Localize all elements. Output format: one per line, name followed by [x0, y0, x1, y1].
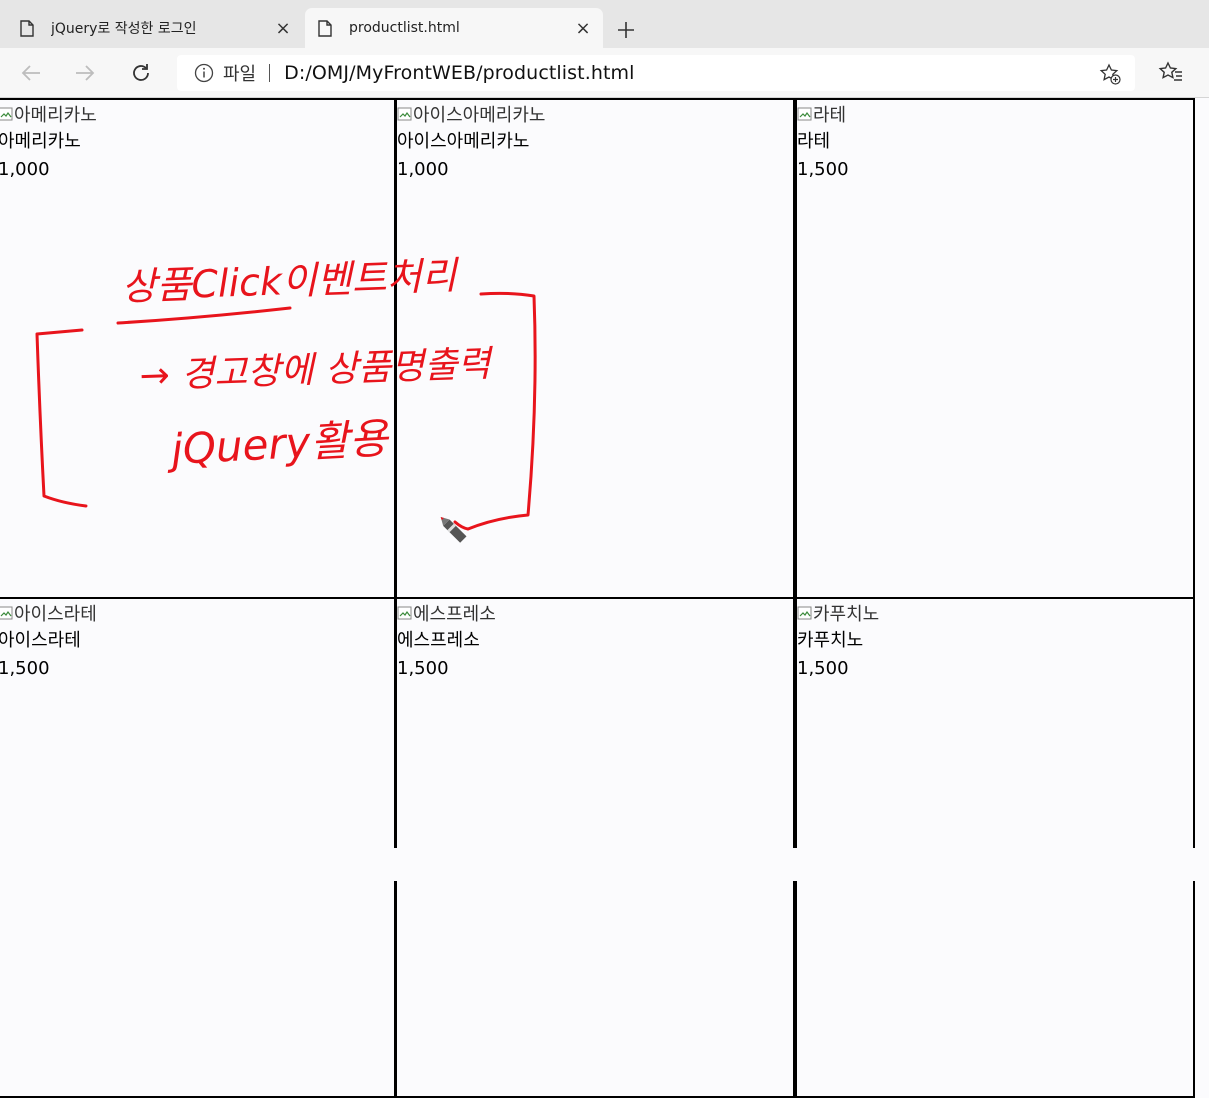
image-alt-text: 에스프레소	[413, 604, 496, 625]
image-alt-text: 아이스아메리카노	[413, 105, 546, 126]
new-tab-button[interactable]	[611, 15, 641, 45]
tab-title: jQuery로 작성한 로그인	[51, 21, 197, 37]
broken-image-icon	[397, 107, 412, 121]
page-icon	[318, 19, 332, 37]
tab-login[interactable]: jQuery로 작성한 로그인 ×	[0, 8, 303, 48]
refresh-button[interactable]	[126, 58, 156, 88]
product-name: 라테	[797, 131, 831, 152]
product-price: 1,500	[397, 658, 449, 679]
product-price: 1,000	[0, 159, 50, 180]
product-card[interactable]: 아메리카노 아메리카노 1,000	[0, 98, 396, 599]
product-grid: 아메리카노 아메리카노 1,000 아이스아메리카노 아이스아메리카노 1,00…	[0, 98, 1209, 1098]
product-name: 아이스아메리카노	[397, 131, 530, 152]
address-bar[interactable]: 파일 D:/OMJ/MyFrontWEB/productlist.html	[177, 55, 1135, 91]
separator	[269, 64, 271, 82]
close-icon[interactable]: ×	[569, 14, 597, 42]
product-image[interactable]: 아이스아메리카노	[397, 100, 793, 128]
add-favorite-icon[interactable]	[1099, 63, 1121, 85]
toolbar: 파일 D:/OMJ/MyFrontWEB/productlist.html	[0, 48, 1209, 98]
url-text[interactable]: D:/OMJ/MyFrontWEB/productlist.html	[284, 62, 634, 84]
product-price: 1,000	[397, 159, 449, 180]
page-bottom	[0, 848, 1209, 881]
product-image[interactable]: 카푸치노	[797, 599, 1193, 627]
refresh-icon	[133, 64, 149, 81]
back-icon	[21, 65, 40, 81]
forward-icon	[76, 65, 95, 81]
image-alt-text: 아이스라테	[14, 604, 97, 625]
broken-image-icon	[397, 606, 412, 620]
image-alt-text: 라테	[813, 105, 847, 126]
back-button[interactable]	[16, 58, 46, 88]
info-icon[interactable]	[194, 63, 214, 83]
broken-image-icon	[0, 606, 13, 620]
product-image[interactable]: 라테	[797, 100, 1193, 128]
broken-image-icon	[797, 107, 812, 121]
broken-image-icon	[797, 606, 812, 620]
product-image[interactable]: 아이스라테	[0, 599, 394, 627]
site-info-label[interactable]: 파일	[223, 60, 256, 86]
broken-image-icon	[0, 107, 13, 121]
page-icon	[20, 19, 34, 37]
image-alt-text: 아메리카노	[14, 105, 97, 126]
product-name: 아메리카노	[0, 131, 81, 152]
product-card[interactable]: 아이스아메리카노 아이스아메리카노 1,000	[395, 98, 795, 599]
tab-title: productlist.html	[349, 20, 460, 36]
tab-productlist[interactable]: productlist.html ×	[305, 8, 603, 48]
product-image[interactable]: 아메리카노	[0, 100, 394, 128]
product-price: 1,500	[797, 159, 849, 180]
product-image[interactable]: 에스프레소	[397, 599, 793, 627]
product-card[interactable]: 라테 라테 1,500	[795, 98, 1195, 599]
favorites-icon[interactable]	[1158, 60, 1184, 86]
product-price: 1,500	[0, 658, 50, 679]
forward-button[interactable]	[70, 58, 100, 88]
close-icon[interactable]: ×	[269, 14, 297, 42]
product-name: 아이스라테	[0, 630, 81, 651]
new-tab-icon	[618, 22, 634, 38]
product-name: 에스프레소	[397, 630, 480, 651]
image-alt-text: 카푸치노	[813, 604, 880, 625]
tab-strip: jQuery로 작성한 로그인 × productlist.html ×	[0, 0, 1209, 48]
product-name: 카푸치노	[797, 630, 864, 651]
product-price: 1,500	[797, 658, 849, 679]
